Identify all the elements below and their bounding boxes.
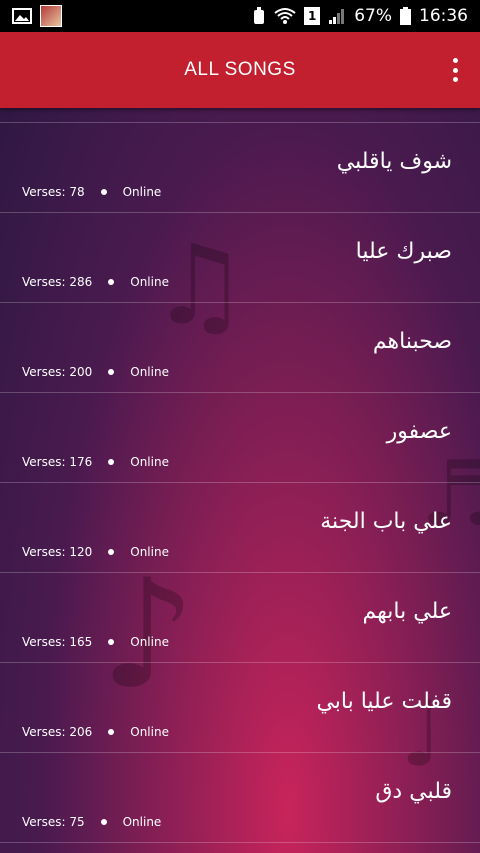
verse-count: Verses: 286	[22, 275, 93, 289]
song-title: شوف ياقلبي	[336, 149, 452, 174]
alarm-icon	[252, 7, 266, 25]
dot-icon	[452, 77, 458, 82]
online-status: Online	[130, 725, 169, 739]
app-notification-icon	[40, 5, 62, 27]
wifi-icon	[274, 7, 296, 25]
app-bar: ALL SONGS	[0, 32, 480, 108]
song-title: عصفور	[386, 419, 452, 444]
separator-dot-icon	[108, 729, 115, 735]
status-left	[12, 5, 62, 27]
separator-dot-icon	[100, 189, 107, 195]
verse-count: Verses: 206	[22, 725, 93, 739]
verse-count: Verses: 165	[22, 635, 93, 649]
gallery-icon	[12, 8, 32, 24]
online-status: Online	[130, 455, 169, 469]
status-bar: 1 67% 16:36	[0, 0, 480, 32]
online-status: Online	[122, 185, 162, 199]
dot-icon	[452, 58, 458, 63]
song-meta: Verses: 176 Online	[22, 455, 169, 469]
song-meta: Verses: 165 Online	[22, 635, 169, 649]
separator-dot-icon	[108, 369, 115, 375]
screen: ♫ ♪ ♬ ♩ 1 67% 16:36 ALL SONGS شوف ياقلبي…	[0, 0, 480, 853]
separator-dot-icon	[108, 639, 115, 645]
verse-count: Verses: 75	[22, 815, 85, 829]
song-list-item[interactable]: قلبي دق Verses: 75 Online	[0, 753, 480, 843]
song-list-item[interactable]: علي باب الجنة Verses: 120 Online	[0, 483, 480, 573]
separator-dot-icon	[108, 459, 115, 465]
overflow-menu-button[interactable]	[450, 58, 460, 82]
verse-count: Verses: 78	[22, 185, 85, 199]
online-status: Online	[130, 365, 169, 379]
verse-count: Verses: 200	[22, 365, 93, 379]
sim-icon: 1	[304, 7, 321, 25]
song-list-item[interactable]: قفلت عليا بابي Verses: 206 Online	[0, 663, 480, 753]
song-meta: Verses: 206 Online	[22, 725, 169, 739]
app-title: ALL SONGS	[184, 59, 296, 80]
battery-icon	[400, 7, 411, 25]
verse-count: Verses: 176	[22, 455, 93, 469]
clock: 16:36	[419, 6, 468, 26]
dot-icon	[452, 67, 458, 73]
online-status: Online	[122, 815, 162, 829]
separator-dot-icon	[108, 279, 115, 285]
song-meta: Verses: 200 Online	[22, 365, 169, 379]
song-list-item[interactable]: علي بابهم Verses: 165 Online	[0, 573, 480, 663]
song-title: قلبي دق	[375, 779, 452, 804]
separator-dot-icon	[108, 549, 115, 555]
song-list-item[interactable]: صحبناهم Verses: 200 Online	[0, 303, 480, 393]
song-list-item[interactable]: صبرك عليا Verses: 286 Online	[0, 213, 480, 303]
signal-icon	[328, 7, 346, 25]
verse-count: Verses: 120	[22, 545, 93, 559]
song-meta: Verses: 120 Online	[22, 545, 169, 559]
online-status: Online	[130, 545, 169, 559]
song-title: صبرك عليا	[355, 239, 452, 264]
song-list-item[interactable]: عصفور Verses: 176 Online	[0, 393, 480, 483]
song-list: شوف ياقلبي Verses: 78 Online صبرك عليا V…	[0, 108, 480, 853]
song-meta: Verses: 286 Online	[22, 275, 169, 289]
song-meta: Verses: 75 Online	[22, 815, 161, 829]
song-title: علي بابهم	[362, 599, 452, 624]
online-status: Online	[130, 635, 169, 649]
online-status: Online	[130, 275, 169, 289]
song-title: علي باب الجنة	[320, 509, 452, 534]
song-meta: Verses: 78 Online	[22, 185, 161, 199]
song-list-item[interactable]: شوف ياقلبي Verses: 78 Online	[0, 123, 480, 213]
separator-dot-icon	[100, 819, 107, 825]
song-title: صحبناهم	[372, 329, 452, 354]
battery-percent: 67%	[354, 6, 392, 26]
status-right: 1 67% 16:36	[252, 6, 468, 26]
song-title: قفلت عليا بابي	[316, 689, 452, 714]
